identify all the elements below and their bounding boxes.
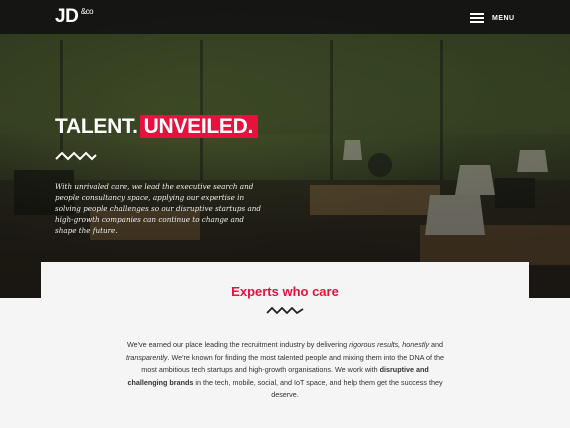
headline-part-2: UNVEILED. — [139, 115, 258, 138]
zigzag-divider-icon — [55, 151, 97, 161]
top-navigation-bar: JD &co MENU — [0, 0, 570, 34]
logo-amp-co: &co — [80, 7, 94, 16]
section-body-text: We've earned our place leading the recru… — [125, 340, 445, 400]
hero-description: With unrivaled care, we lead the executi… — [55, 182, 261, 235]
office-background-image — [0, 34, 570, 298]
section-title: Experts who care — [231, 284, 339, 299]
headline-part-1: TALENT. — [55, 115, 138, 138]
hero-section — [0, 0, 570, 298]
brand-logo[interactable]: JD &co — [55, 6, 94, 28]
menu-label: MENU — [492, 14, 515, 22]
hero-headline: TALENT. UNVEILED. — [55, 115, 258, 139]
menu-button[interactable]: MENU — [470, 11, 515, 25]
hamburger-icon — [470, 13, 484, 23]
zigzag-divider-icon — [266, 306, 304, 315]
experts-section: Experts who care We've earned our place … — [41, 262, 529, 428]
